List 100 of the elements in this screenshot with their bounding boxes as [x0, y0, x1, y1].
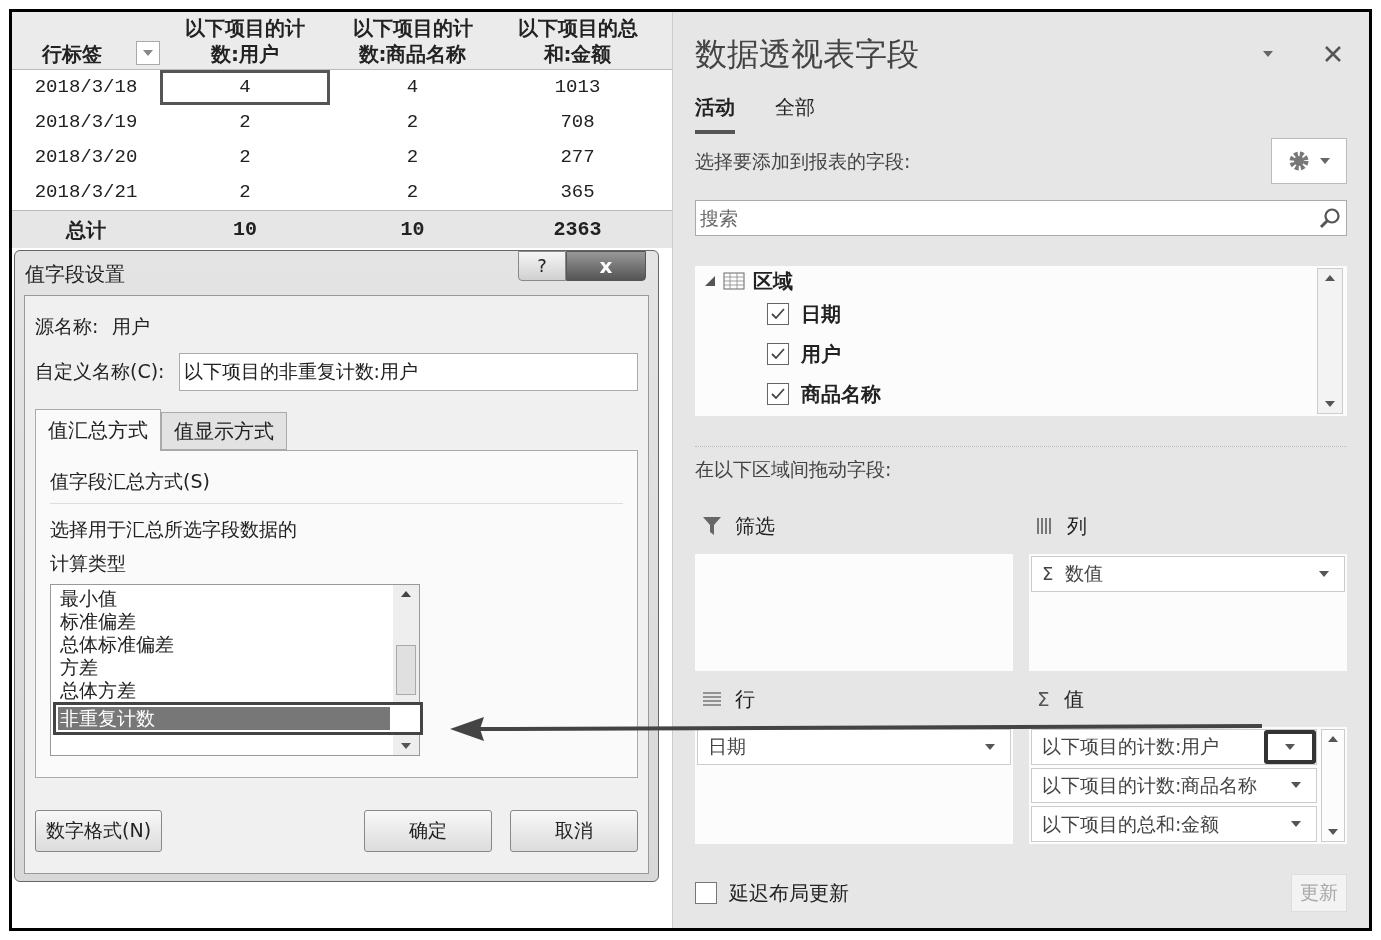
expanded-icon[interactable]	[705, 276, 715, 286]
dialog-tab[interactable]: 值显示方式	[161, 411, 287, 450]
sigma-icon: Σ	[1042, 560, 1054, 587]
list-item[interactable]: 非重复计数	[58, 707, 390, 730]
field-chip[interactable]: 以下项目的计数:商品名称	[1031, 767, 1317, 803]
scroll-up-icon	[1325, 275, 1335, 281]
list-item[interactable]: 最小值	[58, 587, 388, 610]
scrollbar[interactable]	[1321, 728, 1345, 842]
caret-icon	[1320, 158, 1330, 164]
area-label: 筛选	[735, 512, 775, 540]
table-cell[interactable]: 1013	[495, 70, 660, 105]
custom-name-label: 自定义名称(C):	[35, 359, 165, 385]
filter-dropdown[interactable]	[136, 41, 160, 65]
check-icon	[771, 308, 785, 320]
drag-prompt: 在以下区域间拖动字段:	[695, 457, 893, 482]
scroll-up-icon	[1328, 735, 1338, 742]
close-button[interactable]: x	[566, 251, 646, 281]
defer-update-label: 延迟布局更新	[729, 879, 849, 907]
table-icon	[723, 272, 745, 290]
check-icon	[771, 388, 785, 400]
dialog-button[interactable]: 取消	[510, 809, 638, 852]
total-value: 2363	[552, 216, 603, 243]
field-name: 以下项目的计数:商品名称	[1042, 773, 1258, 798]
drop-area[interactable]: 以下项目的计数:用户 以下项目的计数:商品名称 以下项目的总和:金额	[1029, 726, 1347, 844]
row-label: 2018/3/21	[33, 180, 139, 206]
caret-icon	[401, 743, 411, 749]
section-title: 值字段汇总方式(S)	[50, 466, 623, 504]
checkbox[interactable]	[767, 343, 789, 365]
table-cell[interactable]: 2	[330, 175, 495, 210]
caret-icon	[1285, 743, 1295, 750]
row-label: 2018/3/20	[33, 145, 139, 171]
field-label: 用户	[801, 341, 841, 368]
dialog-title: 值字段设置	[25, 261, 125, 288]
table-cell[interactable]: 2	[330, 105, 495, 140]
caret-icon	[143, 50, 153, 56]
field-label: 日期	[801, 301, 841, 328]
field-name: 数值	[1065, 561, 1104, 587]
field-name: 日期	[708, 734, 746, 760]
table-cell[interactable]: 277	[495, 140, 660, 175]
tree-label: 区域	[753, 268, 793, 295]
scrollbar[interactable]	[1317, 268, 1343, 414]
rows-icon	[703, 691, 721, 706]
field-label: 商品名称	[801, 381, 881, 408]
area-label: 列	[1067, 512, 1087, 540]
search-icon	[1319, 207, 1341, 229]
table-cell[interactable]: 365	[495, 175, 660, 210]
prompt-text: 选择要添加到报表的字段:	[695, 148, 911, 174]
field-chip[interactable]: Σ 数值	[1031, 555, 1345, 592]
source-value: 用户	[112, 314, 151, 339]
dialog-tab[interactable]: 值汇总方式	[35, 408, 161, 451]
caret-icon	[1291, 820, 1301, 827]
field-name: 以下项目的总和:金额	[1042, 811, 1220, 837]
area-label: 值	[1063, 685, 1084, 713]
drop-area[interactable]: Σ 数值	[1029, 553, 1347, 671]
field-chip[interactable]: 以下项目的计数:用户	[1031, 728, 1317, 765]
caret-icon	[985, 743, 995, 750]
help-button[interactable]: ?	[518, 251, 566, 281]
checkbox[interactable]	[695, 881, 717, 904]
panel-options-button[interactable]	[1263, 51, 1273, 57]
list-item[interactable]: 总体方差	[58, 679, 388, 702]
dialog-button[interactable]: 确定	[364, 809, 492, 852]
table-cell[interactable]: 4	[330, 70, 495, 105]
list-item[interactable]: 方差	[58, 656, 388, 679]
table-cell[interactable]: 4	[160, 70, 330, 105]
row-label: 2018/3/18	[33, 75, 139, 101]
column-header: 以下项目的计数:用户	[184, 15, 306, 67]
column-header: 以下项目的计数:商品名称	[351, 15, 474, 67]
column-header: 行标签	[40, 41, 103, 67]
checkbox[interactable]	[767, 383, 789, 405]
settings-icon	[1288, 150, 1310, 172]
drop-area[interactable]: 日期	[695, 726, 1013, 844]
table-cell[interactable]: 2	[160, 105, 330, 140]
search-field[interactable]: 搜索	[695, 200, 1347, 236]
total-value: 10	[399, 216, 426, 243]
scroll-thumb[interactable]	[396, 645, 416, 695]
filter-icon	[703, 516, 721, 535]
description-text: 选择用于汇总所选字段数据的计算类型	[50, 517, 298, 576]
caret-icon	[1325, 401, 1335, 407]
table-cell[interactable]: 2	[330, 140, 495, 175]
row-label: 2018/3/19	[33, 110, 139, 136]
caret-icon	[1328, 828, 1338, 835]
panel-tab[interactable]: 全部	[775, 92, 815, 134]
list-item[interactable]: 标准偏差	[58, 610, 388, 633]
dropdown-button[interactable]	[1264, 729, 1316, 764]
field-chip[interactable]: 以下项目的总和:金额	[1031, 806, 1317, 842]
table-cell[interactable]: 2	[160, 175, 330, 210]
table-cell[interactable]: 708	[495, 105, 660, 140]
caret-icon	[1291, 782, 1301, 789]
checkbox[interactable]	[767, 303, 789, 325]
table-cell[interactable]: 2	[160, 140, 330, 175]
field-chip[interactable]: 日期	[697, 728, 1011, 765]
panel-title: 数据透视表字段	[695, 34, 919, 75]
panel-tab[interactable]: 活动	[695, 92, 735, 134]
caret-icon	[1319, 570, 1329, 577]
settings-button[interactable]	[1271, 138, 1347, 184]
close-icon[interactable]	[1325, 46, 1341, 62]
list-item[interactable]: 总体标准偏差	[58, 633, 388, 656]
custom-name-field[interactable]: 以下项目的非重复计数:用户	[178, 352, 638, 391]
column-header: 以下项目的总和:金额	[516, 15, 639, 67]
number-format-button[interactable]: 数字格式(N)	[35, 809, 163, 852]
